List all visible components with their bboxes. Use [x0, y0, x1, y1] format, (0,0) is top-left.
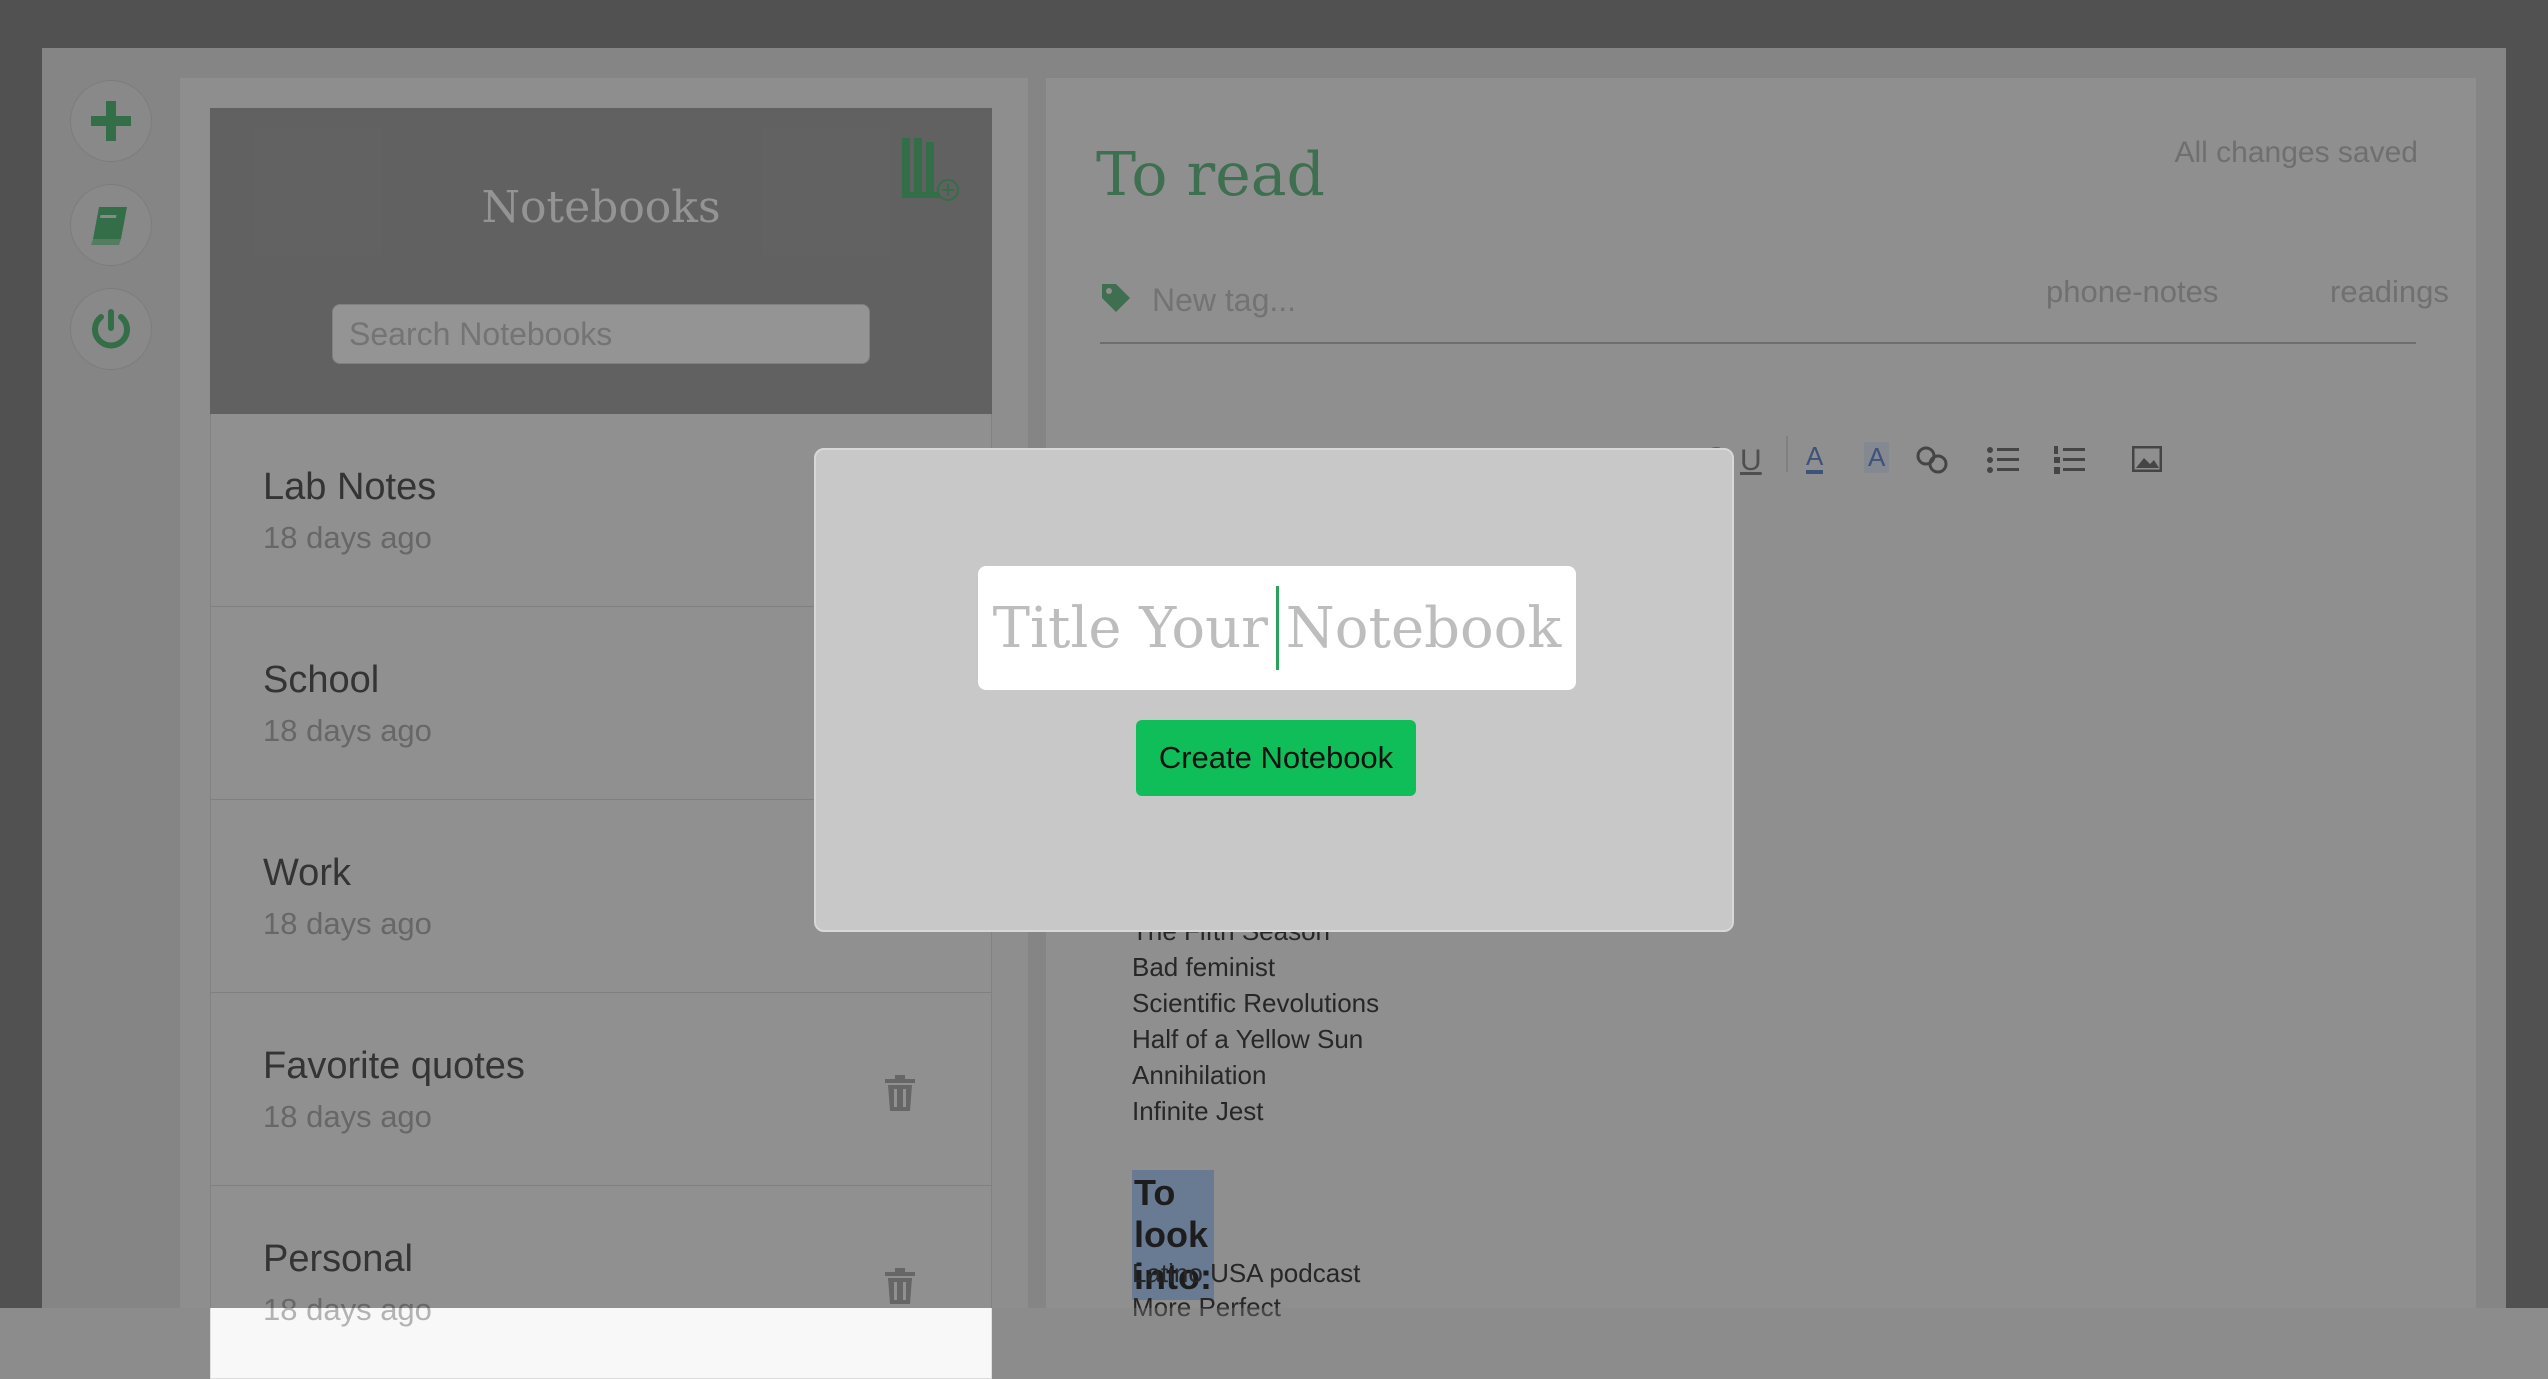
- text-cursor: [1276, 586, 1279, 670]
- create-notebook-modal: Create Notebook: [814, 448, 1734, 932]
- create-notebook-button[interactable]: Create Notebook: [1136, 720, 1416, 796]
